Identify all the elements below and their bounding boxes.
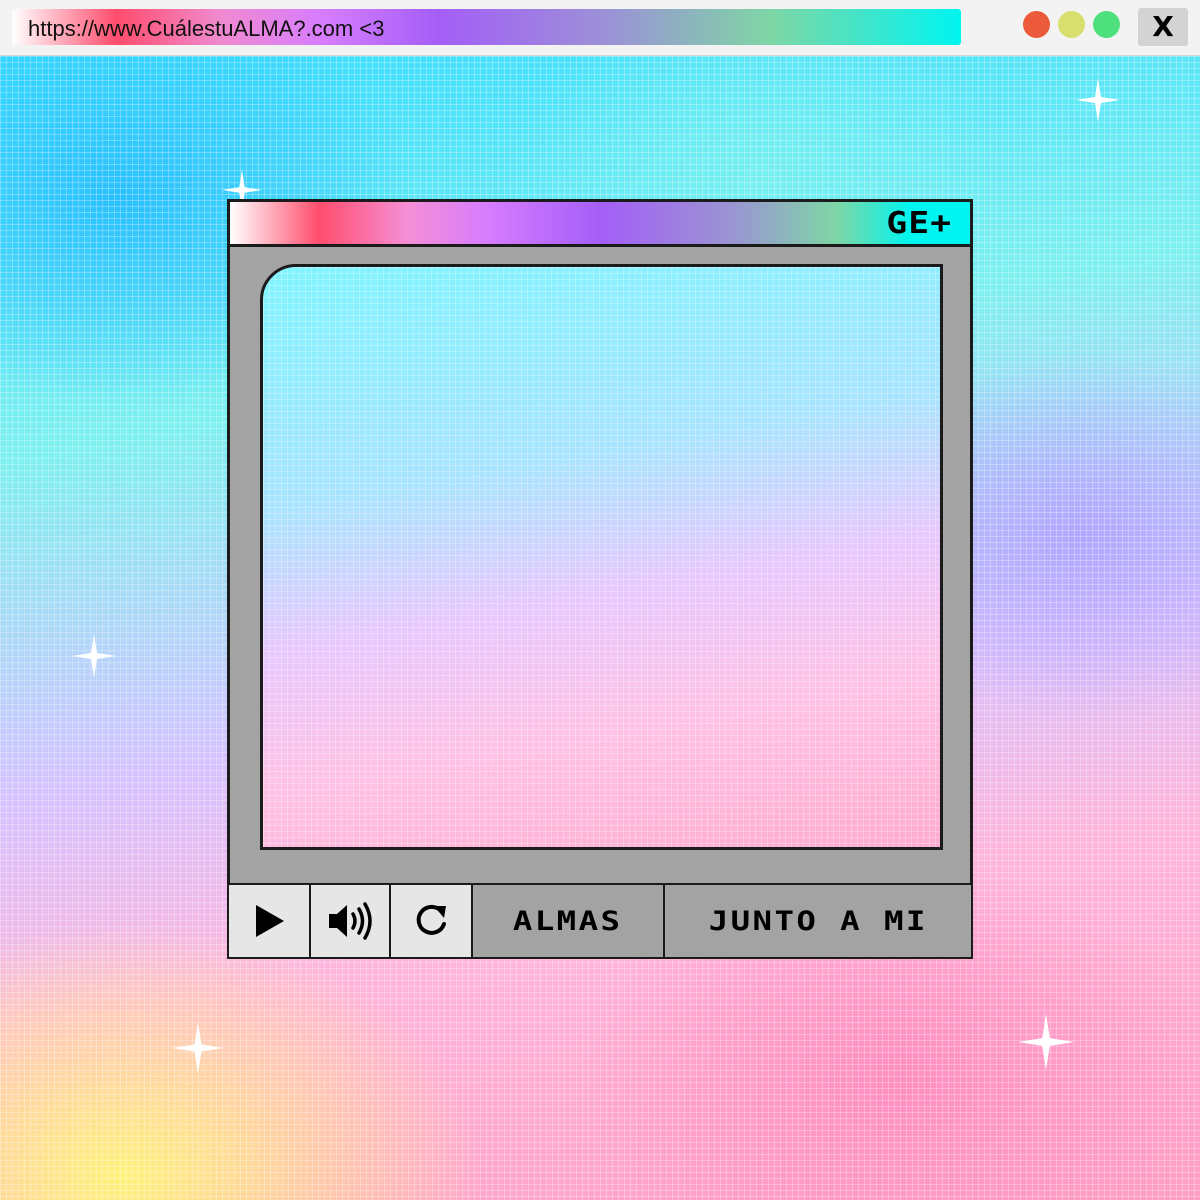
play-button[interactable] xyxy=(229,885,311,957)
browser-top-bar: https://www.CuálestuALMA?.com <3 X xyxy=(0,0,1200,56)
player-title: GE+ xyxy=(886,206,952,241)
sparkle-icon xyxy=(172,1022,224,1074)
replay-icon xyxy=(416,904,446,935)
media-player-window: GE+ ALMAS JUNTO A MI xyxy=(227,199,973,959)
close-button[interactable]: X xyxy=(1138,8,1188,46)
close-window-dot[interactable] xyxy=(1023,11,1050,38)
play-icon xyxy=(256,905,284,937)
sparkle-icon xyxy=(1076,78,1120,122)
sparkle-icon xyxy=(1018,1014,1074,1070)
minimize-window-dot[interactable] xyxy=(1058,11,1085,38)
maximize-window-dot[interactable] xyxy=(1093,11,1120,38)
player-screen xyxy=(260,264,943,850)
almas-label: ALMAS xyxy=(513,905,623,937)
player-title-bar[interactable]: GE+ xyxy=(227,199,973,247)
player-controls: ALMAS JUNTO A MI xyxy=(227,883,973,959)
volume-button[interactable] xyxy=(311,885,391,957)
url-text: https://www.CuálestuALMA?.com <3 xyxy=(28,16,385,41)
sparkle-icon xyxy=(72,634,116,678)
replay-button[interactable] xyxy=(391,885,473,957)
junto-a-mi-label: JUNTO A MI xyxy=(708,905,928,937)
player-frame xyxy=(227,244,973,886)
almas-button[interactable]: ALMAS xyxy=(473,885,665,957)
address-bar[interactable]: https://www.CuálestuALMA?.com <3 xyxy=(12,9,961,45)
junto-a-mi-button[interactable]: JUNTO A MI xyxy=(665,885,971,957)
volume-icon xyxy=(329,902,372,940)
